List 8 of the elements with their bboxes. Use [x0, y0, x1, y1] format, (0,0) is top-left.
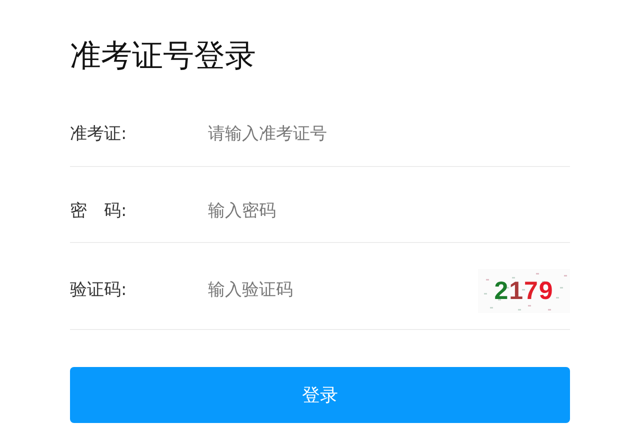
- page-title: 准考证号登录: [70, 38, 257, 76]
- input-field[interactable]: 请输入准考证号: [208, 122, 570, 148]
- field-label: 密 码:: [70, 200, 128, 223]
- password-field[interactable]: 输入密码: [208, 198, 570, 224]
- captcha-image[interactable]: 2179: [478, 269, 570, 314]
- input-field[interactable]: 输入验证码: [208, 278, 478, 304]
- field-label: 验证码:: [70, 279, 128, 302]
- field-label: 准考证:: [70, 123, 128, 146]
